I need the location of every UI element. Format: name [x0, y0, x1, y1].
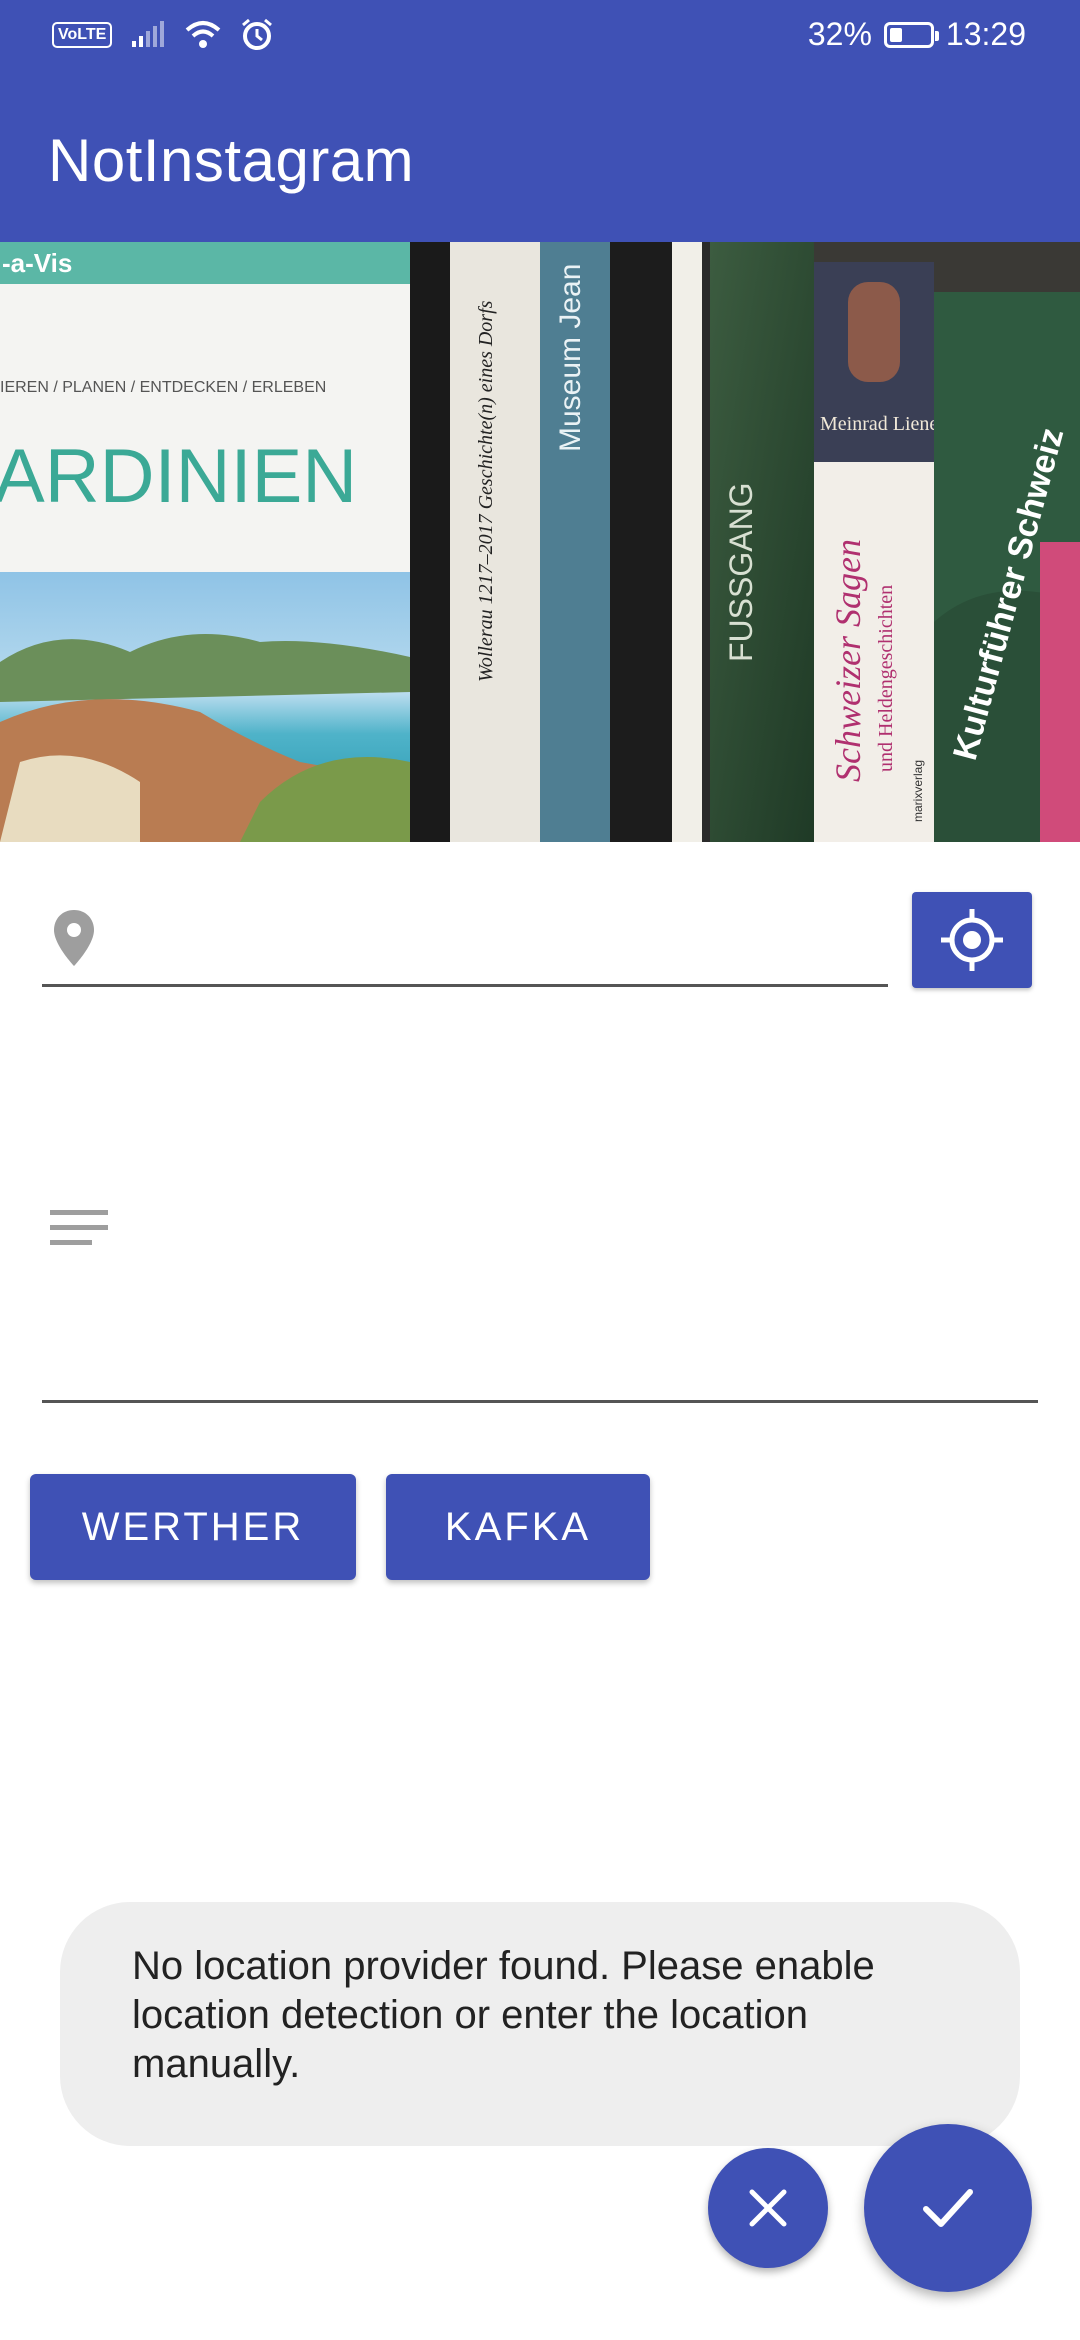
my-location-icon — [941, 909, 1003, 971]
app-title: NotInstagram — [48, 127, 415, 194]
werther-button[interactable]: WERTHER — [30, 1474, 356, 1580]
photo-preview[interactable]: -a-Vis IEREN / PLANEN / ENTDECKEN / ERLE… — [0, 242, 1080, 842]
wifi-icon — [185, 21, 221, 48]
cover-subtitle-text: IEREN / PLANEN / ENTDECKEN / ERLEBEN — [0, 379, 326, 396]
detect-location-button[interactable] — [912, 892, 1032, 988]
description-input[interactable] — [122, 1190, 1026, 1374]
cover-vis-text: -a-Vis — [2, 248, 72, 278]
battery-fill — [889, 27, 902, 42]
location-field[interactable] — [42, 880, 888, 987]
status-bar-left: VoLTE — [52, 18, 274, 52]
spine-sagen-text: Schweizer Sagen — [828, 539, 868, 782]
confirm-button[interactable] — [864, 2124, 1032, 2292]
alarm-icon — [242, 18, 273, 50]
signal-icon — [132, 21, 165, 47]
app-bar: NotInstagram — [0, 78, 1080, 242]
spine-publisher-text: marixverlag — [911, 760, 925, 822]
check-icon — [923, 2189, 973, 2227]
cover-author-text: Meinrad Lienert — [820, 413, 951, 435]
notes-icon — [50, 1210, 108, 1245]
status-bar-right: 32% 13:29 — [808, 16, 1026, 53]
battery-percent: 32% — [807, 16, 872, 52]
location-input[interactable] — [122, 900, 866, 962]
cover-title-text: ARDINIEN — [0, 434, 357, 519]
description-field[interactable] — [42, 1040, 1038, 1403]
location-pin-icon — [54, 910, 94, 966]
spine-fussgang-text: FUSSGANG — [723, 482, 759, 662]
spine-museum-text: Museum Jean — [554, 264, 587, 452]
toast-message: No location provider found. Please enabl… — [60, 1902, 1020, 2146]
volte-badge: VoLTE — [52, 22, 113, 48]
spine-wollerau-text: Wollerau 1217–2017 Geschichte(n) eines D… — [475, 300, 497, 682]
battery-icon — [883, 21, 939, 48]
status-bar: VoLTE 32% 13:29 — [0, 0, 1080, 78]
spine-sagen-sub-text: und Heldengeschichten — [875, 585, 897, 772]
clock: 13:29 — [945, 16, 1026, 52]
close-icon — [749, 2189, 787, 2227]
bookshelf-photo: -a-Vis IEREN / PLANEN / ENTDECKEN / ERLE… — [0, 242, 1080, 842]
cancel-button[interactable] — [708, 2148, 828, 2268]
kafka-button[interactable]: KAFKA — [386, 1474, 650, 1580]
